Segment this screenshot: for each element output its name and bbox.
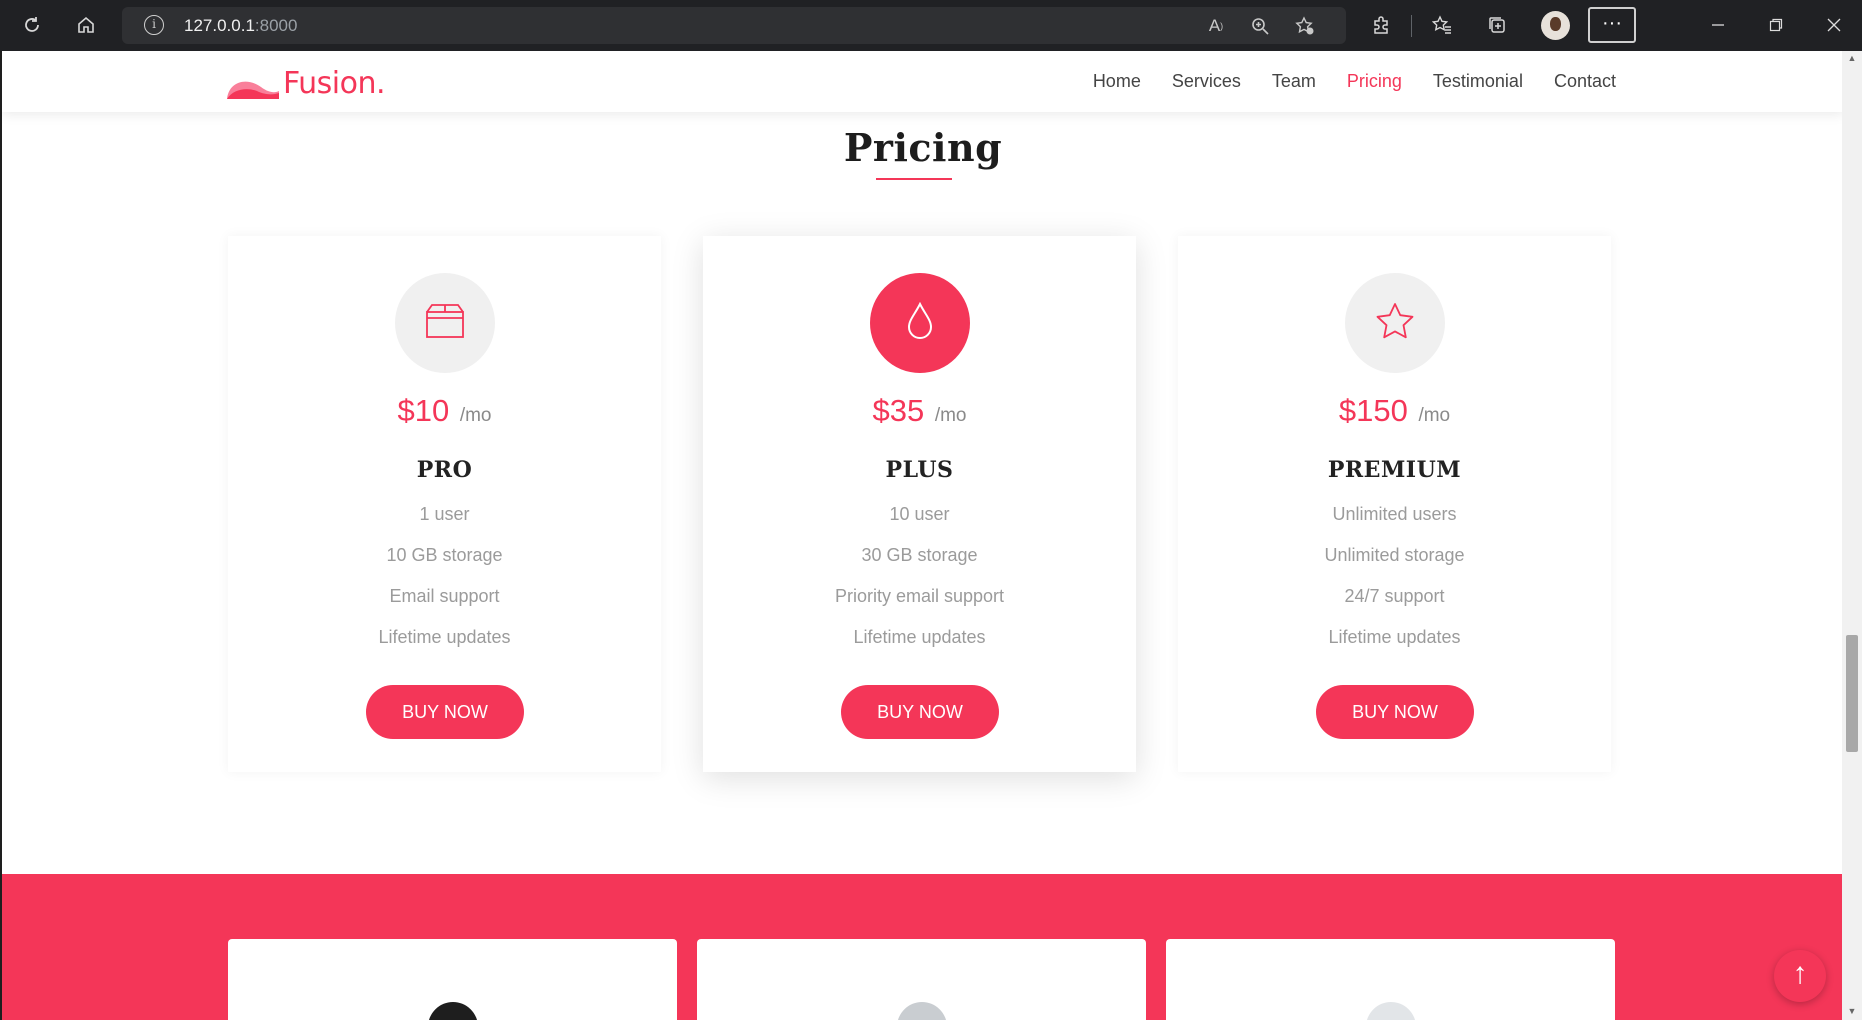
feature-item: 1 user: [419, 504, 470, 524]
pricing-card-plus: $35 /mo PLUS 10 user 30 GB storage Prior…: [703, 236, 1136, 772]
plan-price: $35 /mo: [872, 393, 967, 428]
plan-name: PRO: [416, 457, 473, 483]
site-header: Fusion. Home Services Team Pricing Testi…: [2, 51, 1842, 112]
nav-services[interactable]: Services: [1172, 71, 1241, 92]
buy-now-button[interactable]: BUY NOW: [841, 685, 999, 739]
feature-item: Unlimited storage: [1324, 545, 1465, 565]
testimonial-section: [2, 874, 1842, 1020]
buy-now-button[interactable]: BUY NOW: [1316, 685, 1474, 739]
droplet-icon: [905, 301, 935, 345]
site-info-icon[interactable]: i: [144, 15, 164, 35]
scrollbar-thumb[interactable]: [1846, 635, 1858, 752]
restore-icon[interactable]: [1756, 10, 1796, 40]
main-nav: Home Services Team Pricing Testimonial C…: [1093, 71, 1616, 92]
brand-name: Fusion.: [283, 66, 386, 101]
feature-item: Lifetime updates: [853, 627, 986, 647]
nav-home[interactable]: Home: [1093, 71, 1141, 92]
testimonial-card: [228, 939, 677, 1020]
section-title: Pricing: [843, 125, 1003, 170]
url-text[interactable]: 127.0.0.1:8000: [184, 16, 297, 36]
avatar: [1366, 1002, 1416, 1020]
page-viewport: Fusion. Home Services Team Pricing Testi…: [0, 51, 1842, 1020]
nav-team[interactable]: Team: [1272, 71, 1316, 92]
feature-item: Lifetime updates: [1328, 627, 1461, 647]
star-icon: [1375, 302, 1415, 345]
browser-toolbar: i 127.0.0.1:8000 A) ···: [0, 0, 1862, 51]
feature-item: Lifetime updates: [378, 627, 511, 647]
plan-icon-circle: [870, 273, 970, 373]
home-icon[interactable]: [71, 10, 101, 40]
read-aloud-icon[interactable]: A): [1202, 12, 1230, 40]
brand-logo[interactable]: Fusion.: [227, 65, 386, 101]
scroll-down-icon[interactable]: ▼: [1846, 1006, 1858, 1018]
scroll-up-icon[interactable]: ▲: [1846, 53, 1858, 65]
plan-icon-circle: [1345, 273, 1445, 373]
pricing-card-premium: $150 /mo PREMIUM Unlimited users Unlimit…: [1178, 236, 1611, 772]
add-favorite-icon[interactable]: [1291, 12, 1319, 40]
page-scrollbar[interactable]: ▲ ▼: [1842, 51, 1862, 1020]
avatar: [428, 1002, 478, 1020]
plan-name: PREMIUM: [1327, 457, 1462, 483]
plan-price: $150 /mo: [1338, 393, 1451, 428]
plan-name: PLUS: [885, 457, 954, 483]
avatar: [897, 1002, 947, 1020]
feature-item: Priority email support: [834, 586, 1005, 606]
plan-icon-circle: [395, 273, 495, 373]
feature-list: Unlimited users Unlimited storage 24/7 s…: [1178, 501, 1611, 665]
plan-price: $10 /mo: [397, 393, 492, 428]
nav-contact[interactable]: Contact: [1554, 71, 1616, 92]
feature-item: 30 GB storage: [861, 545, 978, 565]
nav-pricing[interactable]: Pricing: [1347, 71, 1402, 92]
feature-item: 24/7 support: [1344, 586, 1445, 606]
toolbar-separator: [1411, 15, 1412, 37]
arrow-up-icon: ↑: [1792, 957, 1808, 990]
testimonial-card: [697, 939, 1146, 1020]
feature-item: Email support: [389, 586, 500, 606]
extensions-icon[interactable]: [1366, 10, 1396, 40]
feature-item: Unlimited users: [1332, 504, 1457, 524]
testimonial-card: [1166, 939, 1615, 1020]
title-underline: [876, 178, 952, 180]
feature-item: 10 user: [889, 504, 950, 524]
logo-mark-icon: [227, 77, 279, 99]
settings-more-button[interactable]: ···: [1588, 7, 1636, 43]
pricing-card-pro: $10 /mo PRO 1 user 10 GB storage Email s…: [228, 236, 661, 772]
box-icon: [425, 303, 465, 344]
nav-testimonial[interactable]: Testimonial: [1433, 71, 1523, 92]
profile-avatar[interactable]: [1541, 11, 1570, 40]
address-bar[interactable]: i 127.0.0.1:8000 A): [122, 7, 1346, 44]
feature-list: 10 user 30 GB storage Priority email sup…: [703, 501, 1136, 665]
feature-list: 1 user 10 GB storage Email support Lifet…: [228, 501, 661, 665]
close-icon[interactable]: [1814, 10, 1854, 40]
zoom-icon[interactable]: [1246, 12, 1274, 40]
buy-now-button[interactable]: BUY NOW: [366, 685, 524, 739]
back-to-top-button[interactable]: ↑: [1774, 950, 1826, 1002]
collections-icon[interactable]: [1482, 10, 1512, 40]
reload-icon[interactable]: [17, 10, 47, 40]
favorites-icon[interactable]: [1427, 10, 1457, 40]
feature-item: 10 GB storage: [386, 545, 503, 565]
minimize-icon[interactable]: [1698, 10, 1738, 40]
